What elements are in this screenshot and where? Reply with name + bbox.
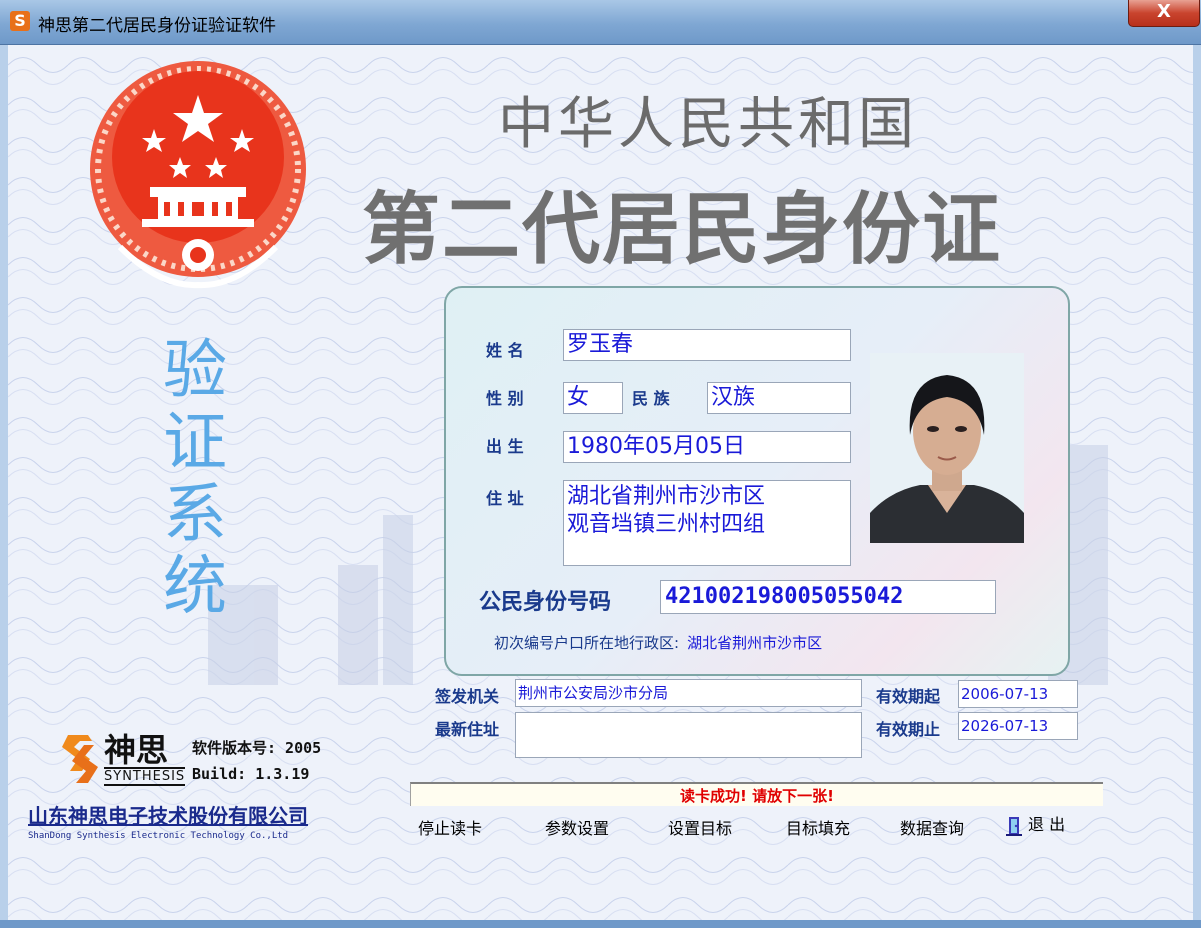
sex-label: 性 别 — [486, 389, 524, 408]
company-name: 山东神思电子技术股份有限公司 — [28, 804, 308, 828]
settings-button[interactable]: 参数设置 — [545, 815, 609, 839]
app-icon: S — [10, 11, 30, 31]
data-query-button[interactable]: 数据查询 — [900, 815, 964, 839]
valid-from-field: 2006-07-13 — [958, 680, 1078, 708]
side-title-char: 验 — [163, 334, 227, 408]
header-country: 中华人民共和国 — [498, 92, 918, 157]
id-number-field: 421002198005055042 — [660, 580, 996, 614]
region-value: 湖北省荆州市沙市区 — [687, 634, 823, 652]
registration-region: 初次编号户口所在地行政区: 湖北省荆州市沙市区 — [494, 632, 822, 653]
authority-label: 签发机关 — [435, 687, 500, 706]
logo-chinese: 神思 — [104, 731, 169, 769]
valid-from-label: 有效期起 — [876, 687, 941, 706]
address-line-1: 湖北省荆州市沙市区 — [567, 484, 766, 509]
software-version: 软件版本号: 2005 — [192, 739, 322, 757]
side-title: 验 证 系 统 — [160, 335, 230, 623]
exit-icon — [1006, 816, 1022, 836]
new-address-field[interactable] — [515, 712, 862, 758]
exit-button[interactable]: 退 出 — [1006, 811, 1065, 837]
company-name-english: ShanDong Synthesis Electronic Technology… — [28, 831, 289, 841]
side-title-char: 证 — [163, 406, 227, 480]
id-number-label: 公民身份号码 — [479, 590, 612, 615]
ethnicity-field: 汉族 — [707, 382, 851, 414]
set-target-button[interactable]: 设置目标 — [668, 815, 732, 839]
close-button[interactable]: X — [1128, 0, 1200, 27]
status-message: 读卡成功! 请放下一张! — [410, 782, 1103, 806]
valid-to-field: 2026-07-13 — [958, 712, 1078, 740]
build-number: Build: 1.3.19 — [192, 765, 310, 783]
name-label: 姓 名 — [486, 341, 524, 360]
title-bar: S 神思第二代居民身份证验证软件 X — [0, 0, 1201, 45]
authority-field: 荆州市公安局沙市分局 — [515, 679, 862, 707]
synthesis-logo-icon — [62, 735, 98, 783]
ethnicity-label: 民 族 — [632, 389, 670, 408]
window-border-bottom — [0, 920, 1201, 928]
new-address-label: 最新住址 — [435, 720, 500, 739]
address-line-2: 观音垱镇三州村四组 — [567, 512, 766, 537]
valid-to-label: 有效期止 — [876, 720, 941, 739]
birth-field: 1980年05月05日 — [563, 431, 851, 463]
exit-label: 退 出 — [1028, 815, 1066, 834]
side-title-char: 系 — [163, 478, 227, 552]
address-field: 湖北省荆州市沙市区 观音垱镇三州村四组 — [563, 480, 851, 566]
address-label: 住 址 — [486, 489, 524, 508]
window-border-right — [1193, 45, 1201, 920]
header-id-card-title: 第二代居民身份证 — [362, 184, 1003, 275]
name-field: 罗玉春 — [563, 329, 851, 361]
stop-reading-button[interactable]: 停止读卡 — [418, 815, 482, 839]
side-title-char: 统 — [163, 550, 227, 624]
id-photo — [870, 353, 1024, 543]
window-border-left — [0, 45, 8, 920]
national-emblem-icon — [90, 61, 306, 289]
window-title: 神思第二代居民身份证验证软件 — [38, 16, 276, 36]
region-label: 初次编号户口所在地行政区: — [494, 634, 680, 652]
fill-target-button[interactable]: 目标填充 — [786, 815, 850, 839]
sex-field: 女 — [563, 382, 623, 414]
main-panel: 中华人民共和国 第二代居民身份证 验 证 系 统 姓 名 罗玉春 性 别 女 民… — [8, 45, 1193, 920]
birth-label: 出 生 — [486, 437, 524, 456]
logo-english: SYNTHESIS — [104, 767, 186, 786]
